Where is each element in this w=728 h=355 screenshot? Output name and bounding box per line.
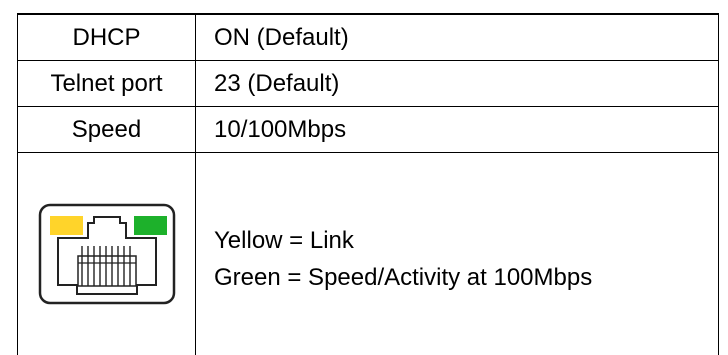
speed-label: Speed (18, 107, 196, 153)
table-row-telnet-port: Telnet port 23 (Default) (18, 61, 719, 107)
port-icon-cell (18, 153, 196, 355)
activity-led-icon (134, 216, 167, 235)
led-legend-cell: Yellow = Link Green = Speed/Activity at … (196, 153, 719, 355)
dhcp-value: ON (Default) (196, 14, 719, 61)
link-led-icon (50, 216, 83, 235)
network-spec-table: DHCP ON (Default) Telnet port 23 (Defaul… (17, 13, 719, 355)
table-row-speed: Speed 10/100Mbps (18, 107, 719, 153)
dhcp-label: DHCP (18, 14, 196, 61)
telnet-port-value: 23 (Default) (196, 61, 719, 107)
green-led-legend: Green = Speed/Activity at 100Mbps (214, 266, 718, 290)
rj45-port-icon (36, 201, 178, 307)
table-row-dhcp: DHCP ON (Default) (18, 14, 719, 61)
telnet-port-label: Telnet port (18, 61, 196, 107)
table-row-led-legend: Yellow = Link Green = Speed/Activity at … (18, 153, 719, 355)
speed-value: 10/100Mbps (196, 107, 719, 153)
yellow-led-legend: Yellow = Link (214, 229, 718, 253)
